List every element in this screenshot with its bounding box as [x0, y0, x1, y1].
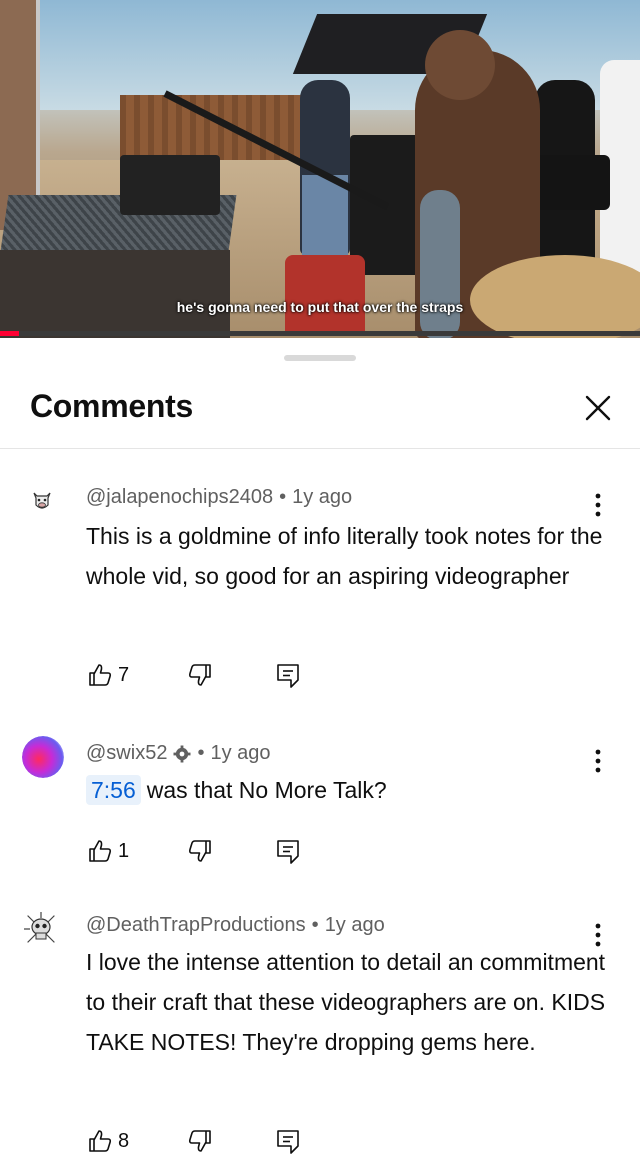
comment-author[interactable]: @jalapenochips2408 — [86, 486, 273, 509]
video-progress-fill — [0, 331, 20, 336]
comment-actions: 7 — [86, 658, 326, 692]
meta-separator: • — [311, 914, 319, 936]
thumbs-down-icon — [188, 840, 211, 862]
video-frame-cases — [120, 155, 220, 215]
comment-meta: @swix52 • 1y ago — [86, 742, 271, 765]
comment-time: 1y ago — [292, 486, 353, 508]
video-frame-platform — [0, 250, 230, 338]
avatar[interactable] — [22, 736, 64, 778]
comment-actions: 8 — [86, 1124, 326, 1158]
video-player[interactable]: he's gonna need to put that over the str… — [0, 0, 640, 338]
close-button[interactable] — [578, 388, 618, 428]
comment-text-content: was that No More Talk? — [146, 777, 387, 803]
drag-handle[interactable] — [284, 355, 356, 361]
reply-button[interactable] — [274, 658, 302, 692]
dislike-button[interactable] — [186, 1124, 214, 1158]
thumbs-down-icon — [188, 1130, 211, 1152]
thumbs-down-icon — [188, 664, 211, 686]
header-divider — [0, 448, 640, 449]
like-button[interactable]: 7 — [86, 658, 129, 692]
comments-sheet: Comments @jalapenochips2408 • 1y ago Thi… — [0, 342, 640, 1160]
meta-separator: • — [279, 486, 287, 508]
timestamp-link[interactable]: 7:56 — [86, 775, 141, 805]
like-count: 7 — [118, 663, 130, 686]
comment-actions: 1 — [86, 834, 326, 868]
thumbs-up-icon — [89, 664, 112, 686]
cow-avatar-icon — [33, 492, 51, 509]
reply-button[interactable] — [274, 834, 302, 868]
close-icon — [585, 395, 611, 421]
comment-time: 1y ago — [210, 742, 271, 764]
user-avatar-icon — [22, 736, 64, 778]
thumbs-up-icon — [89, 840, 112, 862]
like-count: 1 — [118, 839, 130, 862]
dislike-button[interactable] — [186, 658, 214, 692]
dislike-button[interactable] — [186, 834, 214, 868]
comment-meta: @jalapenochips2408 • 1y ago — [86, 486, 352, 509]
comments-title: Comments — [30, 388, 193, 424]
avatar[interactable] — [22, 910, 60, 948]
gear-badge-icon — [173, 745, 191, 763]
skull-avatar-icon — [24, 912, 57, 945]
like-button[interactable]: 8 — [86, 1124, 129, 1158]
comment-text: I love the intense attention to detail a… — [86, 949, 606, 1055]
comment-time: 1y ago — [324, 914, 385, 936]
meta-separator: • — [197, 742, 205, 764]
like-button[interactable]: 1 — [86, 834, 129, 868]
reply-icon — [277, 840, 299, 864]
comment-text: 7:56 was that No More Talk? — [86, 770, 606, 810]
reply-icon — [277, 664, 299, 688]
like-count: 8 — [118, 1129, 130, 1152]
comment-author[interactable]: @swix52 — [86, 742, 167, 765]
thumbs-up-icon — [89, 1130, 112, 1152]
video-progress-bar[interactable] — [0, 331, 640, 336]
reply-button[interactable] — [274, 1124, 302, 1158]
reply-icon — [277, 1130, 299, 1154]
video-caption: he's gonna need to put that over the str… — [176, 299, 464, 315]
comment-meta: @DeathTrapProductions • 1y ago — [86, 914, 385, 937]
video-frame-case — [285, 255, 365, 335]
comment-author[interactable]: @DeathTrapProductions — [86, 914, 306, 937]
avatar[interactable] — [28, 486, 56, 514]
comment-text: This is a goldmine of info literally too… — [86, 523, 603, 589]
